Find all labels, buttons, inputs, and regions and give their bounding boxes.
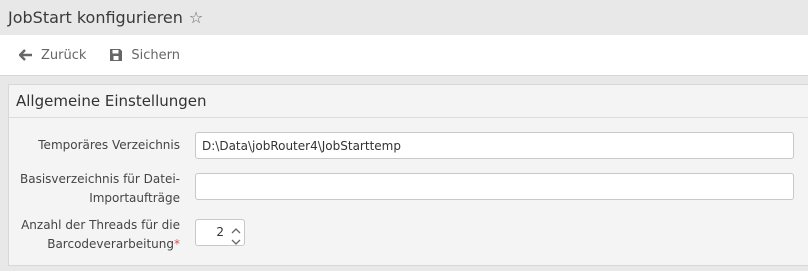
save-button[interactable]: Sichern xyxy=(109,48,180,63)
threads-label: Anzahl der Threads für die Barcodeverarb… xyxy=(21,218,180,251)
page-title: JobStart konfigurieren xyxy=(8,7,183,27)
section-divider xyxy=(9,117,808,118)
star-icon[interactable]: ☆ xyxy=(189,8,203,27)
base-dir-input[interactable] xyxy=(195,173,794,200)
required-marker: * xyxy=(174,237,180,251)
chevron-up-icon[interactable] xyxy=(230,222,242,234)
arrow-left-icon xyxy=(19,49,33,61)
title-bar: JobStart konfigurieren ☆ xyxy=(0,0,808,34)
chevron-down-icon[interactable] xyxy=(230,233,242,245)
threads-value: 2 xyxy=(216,225,224,239)
save-button-label: Sichern xyxy=(131,47,181,63)
temp-dir-label: Temporäres Verzeichnis xyxy=(38,138,180,152)
base-dir-label: Basisverzeichnis für Datei- Importaufträ… xyxy=(20,172,180,205)
section-title: Allgemeine Einstellungen xyxy=(16,92,207,110)
back-button[interactable]: Zurück xyxy=(19,48,86,63)
floppy-disk-icon xyxy=(109,48,123,62)
toolbar: Zurück Sichern xyxy=(0,35,808,76)
settings-panel: Allgemeine Einstellungen Temporäres Verz… xyxy=(8,84,808,266)
threads-stepper[interactable]: 2 xyxy=(195,219,245,246)
back-button-label: Zurück xyxy=(41,47,87,63)
temp-dir-input[interactable] xyxy=(195,132,794,159)
